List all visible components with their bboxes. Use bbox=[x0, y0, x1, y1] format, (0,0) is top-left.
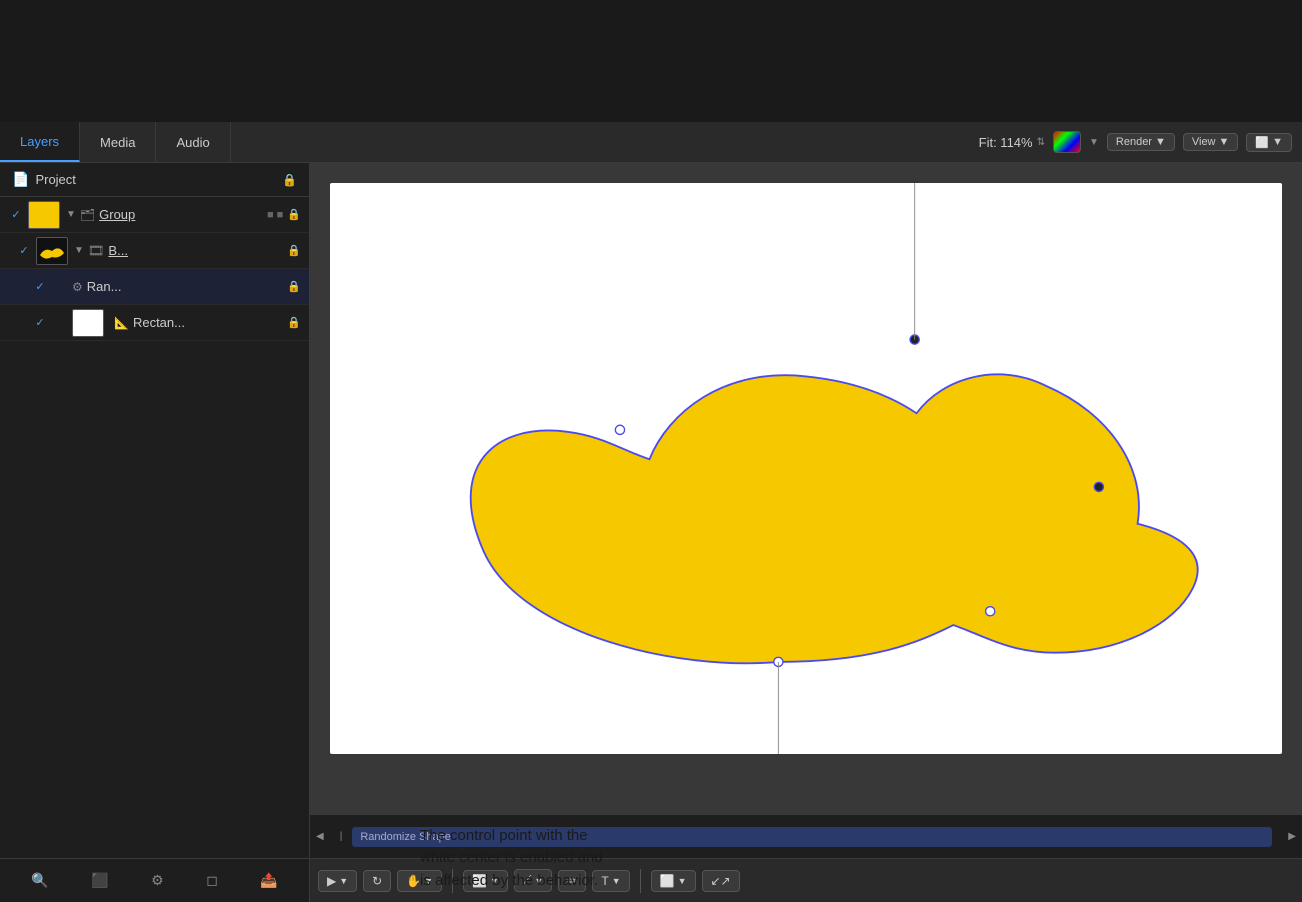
toolbar-separator-2 bbox=[640, 869, 641, 893]
fit-control: Fit: 114% ⇅ bbox=[979, 135, 1045, 150]
render-chevron-icon: ▼ bbox=[1155, 136, 1166, 148]
cp-enabled-br bbox=[986, 607, 995, 616]
grid-btn[interactable]: ⬛ bbox=[87, 868, 112, 893]
resize-tool-btn[interactable]: ↙↗ bbox=[702, 870, 740, 892]
layer-b-thumb bbox=[36, 237, 68, 265]
layout-btn[interactable]: ⬜ ▼ bbox=[1246, 133, 1292, 152]
render-btn[interactable]: Render ▼ bbox=[1107, 133, 1175, 151]
blob-svg bbox=[330, 183, 1282, 754]
layer-rectangle[interactable]: ✓ 📐 Rectan... 🔒 bbox=[0, 305, 309, 341]
color-swatch-btn[interactable] bbox=[1053, 131, 1081, 153]
layer-b[interactable]: ✓ ▼ 🎞 B... 🔒 bbox=[0, 233, 309, 269]
toolbar-separator-1 bbox=[452, 869, 453, 893]
play-chevron: ▼ bbox=[339, 876, 348, 886]
rotate-tool-btn[interactable]: ↻ bbox=[363, 870, 391, 892]
play-btn[interactable]: ▶ ▼ bbox=[318, 870, 357, 892]
group-lock-icon: 🔒 bbox=[287, 208, 301, 221]
group-icons: ■ ■ bbox=[267, 209, 283, 221]
project-lock-icon: 🔒 bbox=[282, 173, 297, 187]
layer-randomize[interactable]: ✓ ⚙ Ran... 🔒 bbox=[0, 269, 309, 305]
rect-lock-icon: 🔒 bbox=[287, 316, 301, 329]
text-chevron: ▼ bbox=[612, 876, 621, 886]
canvas-bg bbox=[330, 183, 1282, 754]
layer-ran-check[interactable]: ✓ bbox=[32, 279, 48, 295]
layer-group-check[interactable]: ✓ bbox=[8, 207, 24, 223]
main-content: 📄 Project 🔒 ✓ ▼ 🗂 Group ■ ■ 🔒 bbox=[0, 163, 1302, 902]
canvas-viewport[interactable] bbox=[310, 163, 1302, 814]
path-chevron: ▼ bbox=[534, 876, 543, 886]
pen-icon: ✏ bbox=[567, 874, 577, 888]
timeline-track[interactable]: Randomize Shape bbox=[352, 827, 1272, 847]
layer-b-check[interactable]: ✓ bbox=[16, 243, 32, 259]
top-toolbar: Layers Media Audio Fit: 114% ⇅ ▼ Render … bbox=[0, 122, 1302, 163]
play-icon: ▶ bbox=[327, 874, 336, 888]
annotation-top-text: The control point with the black center … bbox=[511, 27, 711, 95]
bottom-toolbar-canvas: ▶ ▼ ↻ ✋ ▼ ⬜ ▼ ⟋ ▼ bbox=[310, 858, 1302, 902]
b-layer-icon: 🎞 bbox=[88, 243, 105, 259]
layer-rect-thumb bbox=[72, 309, 104, 337]
rect-icon: ⬜ bbox=[472, 874, 487, 888]
fit-arrows-icon[interactable]: ⇅ bbox=[1037, 137, 1045, 148]
toolbar-right: Fit: 114% ⇅ ▼ Render ▼ View ▼ ⬜ ▼ bbox=[979, 131, 1302, 153]
timeline-start-marker: ◀ bbox=[310, 831, 330, 842]
app-container: Layers Media Audio Fit: 114% ⇅ ▼ Render … bbox=[0, 122, 1302, 902]
group-expand-icon[interactable]: ▼ bbox=[66, 209, 76, 220]
hand-icon: ✋ bbox=[406, 874, 421, 888]
layer-rect-check[interactable]: ✓ bbox=[32, 315, 48, 331]
pen-tool-btn[interactable]: ✏ bbox=[558, 870, 586, 892]
layer-group-thumb bbox=[28, 201, 60, 229]
canvas-area: ◀ | Randomize Shape ▶ ▶ ▼ ↻ ✋ bbox=[310, 163, 1302, 902]
ran-behavior-icon: ⚙ bbox=[72, 280, 83, 294]
resize-icon: ↙↗ bbox=[711, 874, 731, 888]
shape-tool-btn[interactable]: ⬜ ▼ bbox=[651, 870, 696, 892]
path-tool-btn[interactable]: ⟋ ▼ bbox=[514, 869, 552, 892]
b-expand-icon[interactable]: ▼ bbox=[74, 245, 84, 256]
shape-icon: ⬜ bbox=[660, 874, 675, 888]
rect-tool-btn[interactable]: ⬜ ▼ bbox=[463, 870, 508, 892]
ran-lock-icon: 🔒 bbox=[287, 280, 301, 293]
swatch-chevron-icon[interactable]: ▼ bbox=[1089, 137, 1099, 148]
cp-enabled-left bbox=[615, 425, 624, 434]
tab-media[interactable]: Media bbox=[80, 122, 156, 162]
timeline-end-marker: ▶ bbox=[1282, 831, 1302, 842]
rect-shape-icon: 📐 bbox=[114, 316, 129, 330]
shape-chevron: ▼ bbox=[678, 876, 687, 886]
behavior-btn[interactable]: ◻ bbox=[202, 868, 222, 893]
sidebar-footer: 🔍 ⬛ ⚙ ◻ 📤 bbox=[0, 858, 309, 902]
project-icon: 📄 bbox=[12, 171, 29, 188]
group-folder-icon: 🗂 bbox=[80, 208, 95, 222]
timeline-bar: ◀ | Randomize Shape ▶ bbox=[310, 814, 1302, 858]
sidebar-project-header: 📄 Project 🔒 bbox=[0, 163, 309, 197]
layer-group[interactable]: ✓ ▼ 🗂 Group ■ ■ 🔒 bbox=[0, 197, 309, 233]
text-icon: T bbox=[601, 874, 608, 888]
layout-chevron-icon: ▼ bbox=[1272, 136, 1283, 148]
path-icon: ⟋ bbox=[523, 873, 531, 888]
view-btn[interactable]: View ▼ bbox=[1183, 133, 1239, 151]
b-lock-icon: 🔒 bbox=[287, 244, 301, 257]
tab-group: Layers Media Audio bbox=[0, 122, 231, 162]
sidebar: 📄 Project 🔒 ✓ ▼ 🗂 Group ■ ■ 🔒 bbox=[0, 163, 310, 902]
view-chevron-icon: ▼ bbox=[1219, 136, 1230, 148]
search-btn[interactable]: 🔍 bbox=[27, 868, 52, 893]
rect-chevron: ▼ bbox=[490, 876, 499, 886]
tab-audio[interactable]: Audio bbox=[156, 122, 230, 162]
layout-icon: ⬜ bbox=[1255, 136, 1269, 149]
annotation-top: The control point with the black center … bbox=[0, 0, 1302, 122]
text-tool-btn[interactable]: T ▼ bbox=[592, 870, 629, 892]
hand-tool-btn[interactable]: ✋ ▼ bbox=[397, 870, 442, 892]
cp-disabled-right bbox=[1094, 482, 1103, 491]
layers-btn[interactable]: ⚙ bbox=[147, 868, 168, 893]
rotate-icon: ↻ bbox=[372, 874, 382, 888]
hand-chevron: ▼ bbox=[424, 876, 433, 886]
timeline-playhead: | bbox=[340, 831, 343, 842]
tab-layers[interactable]: Layers bbox=[0, 122, 80, 162]
export-btn[interactable]: 📤 bbox=[256, 868, 281, 893]
